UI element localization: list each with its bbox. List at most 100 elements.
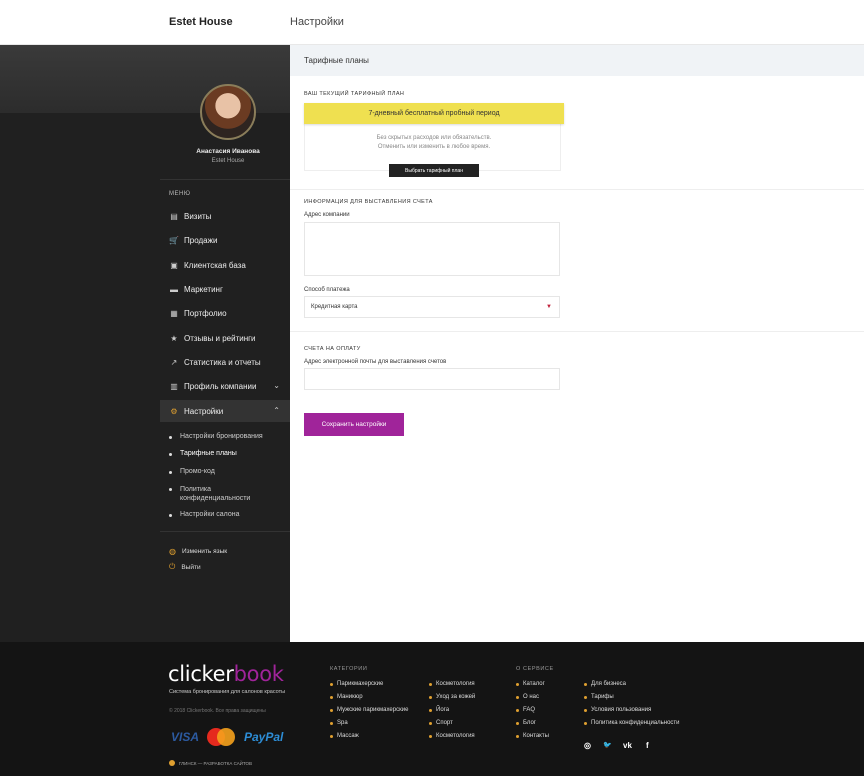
category-link-label: Косметология <box>436 733 475 739</box>
clickerbook-logo[interactable]: clickerbook <box>168 662 284 686</box>
about-link[interactable]: Для бизнеса <box>584 681 626 687</box>
submenu-privacy-policy[interactable]: Политика конфиденциальности <box>169 485 279 503</box>
sidebar-item-statistics[interactable]: ↗ Статистика и отчеты <box>160 351 290 373</box>
sidebar-item-sales[interactable]: 🛒 Продажи <box>160 229 290 251</box>
choose-plan-button[interactable]: Выбрать тарифный план <box>389 164 479 177</box>
category-link-label: Косметология <box>436 681 475 687</box>
logo-part: book <box>233 662 284 686</box>
sidebar-item-visits[interactable]: ▤ Визиты <box>160 205 290 227</box>
submenu-promo-code[interactable]: Промо-код <box>169 468 215 475</box>
about-link[interactable]: Каталог <box>516 681 545 687</box>
company-name: Estet House <box>169 16 233 28</box>
copyright: © 2018 Clickerbook. Все права защищены <box>169 708 266 714</box>
about-link-label: Для бизнеса <box>591 681 627 687</box>
payment-method-value: Кредитная карта <box>311 304 358 310</box>
about-link[interactable]: Политика конфиденциальности <box>584 720 680 726</box>
submenu-label: Тарифные планы <box>180 450 237 457</box>
bullet-icon <box>169 453 172 456</box>
billing-email-field[interactable] <box>304 368 560 390</box>
page-heading: Настройки <box>290 16 344 28</box>
about-link-label: Тарифы <box>591 694 614 700</box>
logout-link[interactable]: ⏻ Выйти <box>169 562 201 572</box>
category-link[interactable]: Массаж <box>330 733 359 739</box>
visa-logo: VISA <box>171 730 200 744</box>
bullet-icon <box>584 721 587 725</box>
bullet-icon <box>516 695 519 699</box>
about-link[interactable]: Условия пользования <box>584 707 651 713</box>
sidebar-item-label: Визиты <box>184 211 212 221</box>
submenu-salon-settings[interactable]: Настройки салона <box>169 511 239 518</box>
about-link[interactable]: Тарифы <box>584 694 614 700</box>
submenu-label: Настройки бронирования <box>180 433 263 440</box>
category-link[interactable]: Йога <box>429 707 449 713</box>
mastercard-logo <box>207 728 235 746</box>
sidebar-item-label: Отзывы и рейтинги <box>184 333 256 343</box>
about-link-label: О нас <box>523 694 539 700</box>
category-link[interactable]: Мужские парикмахерские <box>330 707 408 713</box>
about-link-label: Блог <box>523 720 536 726</box>
sidebar-item-marketing[interactable]: ▬ Маркетинг <box>160 278 290 300</box>
sidebar-item-settings[interactable]: ⚙ Настройки ⌃ <box>160 400 290 422</box>
billing-email-label: Адрес электронной почты для выставления … <box>304 359 447 365</box>
about-link-label: FAQ <box>523 707 536 713</box>
sidebar-item-reviews[interactable]: ★ Отзывы и рейтинги <box>160 327 290 349</box>
bullet-icon <box>330 682 333 686</box>
category-link-label: Спорт <box>436 720 453 726</box>
avatar[interactable] <box>200 84 256 140</box>
about-link[interactable]: Контакты <box>516 733 549 739</box>
category-link[interactable]: Маникюр <box>330 694 363 700</box>
plan-note: Отменить или изменить в любое время. <box>377 144 491 150</box>
about-link-label: Каталог <box>523 681 545 687</box>
top-header: Estet House Настройки <box>0 0 864 45</box>
glinsk-icon <box>169 760 175 766</box>
gear-icon: ⚙ <box>170 406 178 416</box>
briefcase-icon: ▬ <box>170 284 178 294</box>
category-link[interactable]: Уход за кожей <box>429 694 475 700</box>
facebook-icon[interactable]: f <box>646 741 649 750</box>
sidebar-item-label: Статистика и отчеты <box>184 357 261 367</box>
about-link[interactable]: FAQ <box>516 707 535 713</box>
power-icon: ⏻ <box>169 562 176 571</box>
bullet-icon <box>169 488 172 491</box>
change-language-link[interactable]: ◍ Изменить язык <box>169 547 227 556</box>
about-link[interactable]: О нас <box>516 694 539 700</box>
submenu-label: Политика конфиденциальности <box>180 486 251 502</box>
category-link[interactable]: Spa <box>330 720 348 726</box>
about-link-label: Условия пользования <box>591 707 652 713</box>
bullet-icon <box>516 708 519 712</box>
twitter-icon[interactable]: 🐦 <box>603 741 612 749</box>
bullet-icon <box>584 682 587 686</box>
submenu-label: Настройки салона <box>180 511 240 518</box>
instagram-icon[interactable]: ◎ <box>584 741 591 750</box>
payment-method-select[interactable]: Кредитная карта ▼ <box>304 296 560 318</box>
bullet-icon <box>429 682 432 686</box>
vk-icon[interactable]: vk <box>623 741 632 750</box>
submenu-label: Промо-код <box>180 468 215 475</box>
bullet-icon <box>516 682 519 686</box>
bullet-icon <box>330 708 333 712</box>
submenu-tariff-plans[interactable]: Тарифные планы <box>169 450 237 457</box>
profile-icon: ▥ <box>170 381 178 391</box>
category-link[interactable]: Парикмахерские <box>330 681 383 687</box>
bullet-icon <box>429 708 432 712</box>
about-heading: О СЕРВИСЕ <box>516 666 554 672</box>
change-language-label: Изменить язык <box>181 548 228 555</box>
save-settings-button[interactable]: Сохранить настройки <box>304 413 404 436</box>
developer-credit[interactable]: ГЛИНСК — РАЗРАБОТКА САЙТОВ <box>169 760 252 766</box>
category-link[interactable]: Косметология <box>429 733 475 739</box>
contacts-icon: ▣ <box>170 260 178 270</box>
cart-icon: 🛒 <box>169 235 179 245</box>
category-link-label: Массаж <box>337 733 359 739</box>
category-link-label: Spa <box>337 720 348 726</box>
about-link[interactable]: Блог <box>516 720 536 726</box>
submenu-booking-settings[interactable]: Настройки бронирования <box>169 433 263 440</box>
sidebar-item-company-profile[interactable]: ▥ Профиль компании ⌄ <box>160 375 290 397</box>
category-link[interactable]: Косметология <box>429 681 475 687</box>
logo-part: clicker <box>168 662 234 686</box>
sidebar-item-portfolio[interactable]: ▦ Портфолио <box>160 302 290 324</box>
divider <box>160 179 290 180</box>
company-address-field[interactable] <box>304 222 560 276</box>
bullet-icon <box>330 695 333 699</box>
category-link[interactable]: Спорт <box>429 720 453 726</box>
sidebar-item-clients[interactable]: ▣ Клиентская база <box>160 254 290 276</box>
